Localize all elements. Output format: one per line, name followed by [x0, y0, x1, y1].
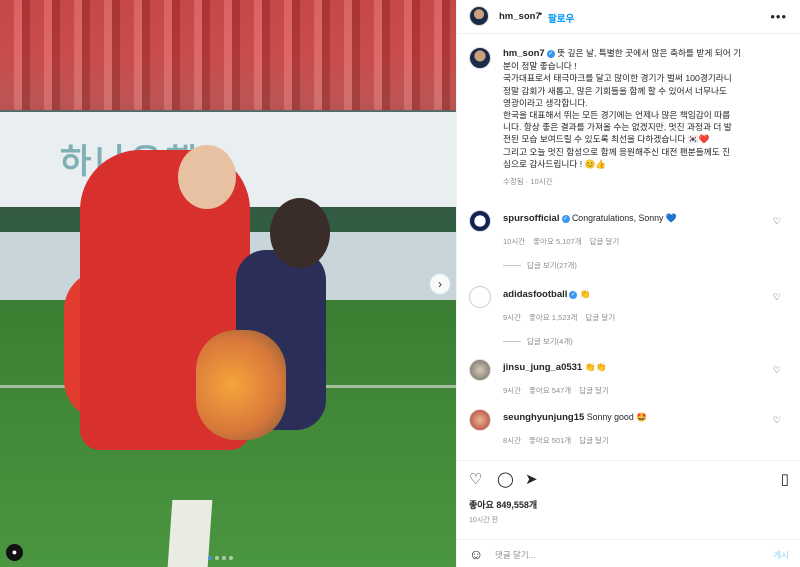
likes-count[interactable]: 좋아요 849,558개 [469, 498, 537, 511]
comment-time: 9시간 [503, 313, 521, 322]
like-heart-icon[interactable]: ♡ [469, 470, 482, 488]
caption-line: 영광이라고 생각합니다. [503, 97, 588, 108]
add-comment-bar: ☺ 댓글 달기... 게시 [457, 539, 800, 567]
carousel-dot [222, 556, 226, 560]
caption-avatar[interactable] [469, 47, 491, 69]
caption-line: 국가대표로서 태극마크를 달고 많이한 경기가 벌써 100경기라니 [503, 73, 732, 84]
caption-line: 분이 정말 좋습니다 ! [503, 61, 577, 72]
caption-line: 니다. 항상 좋은 결과를 가져올 수는 없겠지만, 멋진 과정과 더 발 [503, 122, 732, 133]
post-time: 10시간 전 [469, 517, 499, 524]
comment-body: seunghyunjung15 Sonny good 🤩 [503, 412, 763, 423]
caption: hm_son7 ✓ 뜻 깊은 날, 특별한 곳에서 많은 축하를 받게 되어 기 … [503, 47, 785, 188]
comments-section[interactable]: hm_son7 ✓ 뜻 깊은 날, 특별한 곳에서 많은 축하를 받게 되어 기 … [457, 35, 800, 460]
post-sidebar: hm_son7 • 팔로우 ••• hm_son7 ✓ 뜻 깊은 날, 특별한 곳… [456, 0, 800, 567]
boy-head [178, 145, 236, 209]
caption-line: 뜻 깊은 날, 특별한 곳에서 많은 축하를 받게 되어 기 [557, 48, 742, 58]
view-replies-button[interactable]: 답글 보기(4개) [503, 336, 573, 347]
comment-text: 👏 [579, 289, 591, 299]
comment-like-heart-icon[interactable]: ♡ [773, 415, 781, 426]
pitch-center-line [167, 500, 213, 567]
post-actions: ♡ ◯ ➤ ▯ 좋아요 849,558개 10시간 전 ☺ 댓글 달기... 게… [457, 460, 800, 567]
comment-avatar[interactable] [469, 286, 491, 308]
verified-icon: ✓ [546, 49, 555, 58]
caption-line: 그리고 오늘 멋진 함성으로 함께 응원해주신 대전 팬분들께도 진 [503, 146, 731, 157]
view-replies-button[interactable]: 답글 보기(27개) [503, 260, 577, 271]
comment-meta: 9시간 좋아요 1,523개 답글 달기 [503, 312, 615, 323]
post-comment-button[interactable]: 게시 [773, 549, 789, 561]
comment-likes[interactable]: 좋아요 501개 [529, 435, 571, 446]
view-replies-label: 답글 보기(4개) [527, 337, 573, 346]
caption-line: 정말 감회가 새롭고, 많은 기회들을 함께 할 수 있어서 너무나도 [503, 85, 727, 96]
verified-icon: ✓ [561, 214, 570, 223]
reply-button[interactable]: 답글 달기 [585, 312, 615, 323]
comment-time: 10시간 [503, 237, 526, 246]
comment-avatar[interactable] [469, 210, 491, 232]
comment-text: Sonny good 🤩 [586, 412, 648, 422]
comment-like-heart-icon[interactable]: ♡ [773, 216, 781, 227]
comment-meta: 9시간 좋아요 547개 답글 달기 [503, 385, 609, 396]
header-username[interactable]: hm_son7 [499, 11, 541, 22]
comment-body: jinsu_jung_a0531 👏👏 [503, 362, 763, 373]
next-image-button[interactable]: › [430, 274, 450, 294]
reply-button[interactable]: 답글 달기 [590, 236, 620, 247]
comment-username[interactable]: spursofficial [503, 213, 560, 224]
comment-icon[interactable]: ◯ [497, 470, 514, 488]
bookmark-icon[interactable]: ▯ [781, 470, 789, 488]
comment-time: 8시간 [503, 436, 521, 445]
replies-dash [503, 341, 521, 342]
comment-likes[interactable]: 좋아요 5,107개 [533, 236, 581, 247]
more-horizontal-icon[interactable]: ••• [770, 9, 787, 24]
comment-username[interactable]: jinsu_jung_a0531 [503, 362, 582, 373]
comment-like-heart-icon[interactable]: ♡ [773, 292, 781, 303]
caption-line: 한국을 대표해서 뛰는 모든 경기에는 언제나 많은 책임감이 따릅 [503, 110, 731, 121]
flower-bouquet [196, 330, 286, 440]
comment-username[interactable]: adidasfootball [503, 289, 567, 300]
verified-icon: ✓ [569, 290, 578, 299]
carousel-dot [229, 556, 233, 560]
caption-line: 전된 모습 보여드릴 수 있도록 최선을 다하겠습니다 🇰🇷❤️ [503, 134, 710, 145]
comment-like-heart-icon[interactable]: ♡ [773, 365, 781, 376]
carousel-dot [215, 556, 219, 560]
comment-likes[interactable]: 좋아요 547개 [529, 385, 571, 396]
emoji-icon[interactable]: ☺ [469, 546, 483, 562]
carousel-dot-active [208, 556, 212, 560]
stadium-stands [0, 0, 456, 110]
caption-meta: 수정됨 · 10시간 [503, 177, 553, 187]
comment-meta: 8시간 좋아요 501개 답글 달기 [503, 435, 609, 446]
share-icon[interactable]: ➤ [525, 470, 538, 488]
tagged-user-icon[interactable]: ● [6, 544, 23, 561]
carousel-dots [208, 556, 233, 560]
avatar[interactable] [469, 6, 489, 26]
comment-text: 👏👏 [584, 362, 607, 372]
reply-button[interactable]: 답글 달기 [579, 435, 609, 446]
comment-body: adidasfootball ✓ 👏 [503, 289, 763, 300]
reply-button[interactable]: 답글 달기 [579, 385, 609, 396]
post-media[interactable]: 하나은행 › ● [0, 0, 456, 567]
caption-line: 심으로 감사드립니다 ! 😊👍 [503, 158, 607, 169]
view-replies-label: 답글 보기(27개) [527, 261, 577, 270]
comment-meta: 10시간 좋아요 5,107개 답글 달기 [503, 236, 619, 247]
comment-text: Congratulations, Sonny 💙 [571, 213, 677, 223]
comment-likes[interactable]: 좋아요 1,523개 [529, 312, 577, 323]
girl-head [270, 198, 330, 268]
comment-input[interactable]: 댓글 달기... [495, 549, 536, 561]
comment-avatar[interactable] [469, 359, 491, 381]
comment-time: 9시간 [503, 386, 521, 395]
separator-dot: • [539, 9, 543, 19]
comment-body: spursofficial ✓ Congratulations, Sonny 💙 [503, 213, 763, 224]
comment-username[interactable]: seunghyunjung15 [503, 412, 584, 423]
post-header: hm_son7 • 팔로우 ••• [457, 0, 800, 34]
comment-avatar[interactable] [469, 409, 491, 431]
caption-username[interactable]: hm_son7 [503, 48, 545, 59]
follow-button[interactable]: 팔로우 [548, 11, 574, 25]
replies-dash [503, 265, 521, 266]
